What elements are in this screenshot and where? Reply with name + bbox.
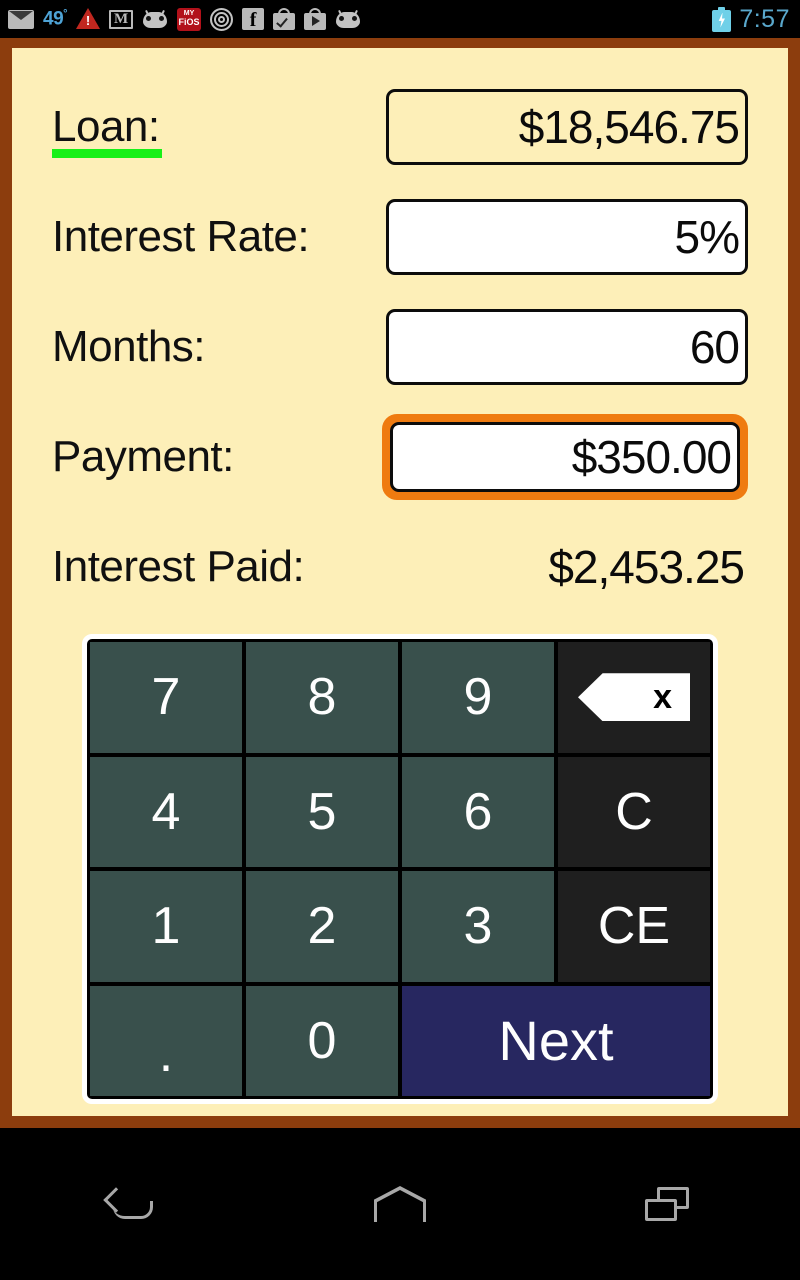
gmail-icon: M <box>109 9 134 29</box>
battery-charging-icon <box>712 6 732 32</box>
key-1[interactable]: 1 <box>90 871 242 982</box>
key-9[interactable]: 9 <box>402 642 554 753</box>
key-6[interactable]: 6 <box>402 756 554 867</box>
nav-home-button[interactable] <box>267 1128 534 1280</box>
myfios-icon: MY FiOS <box>177 7 202 31</box>
temperature-indicator: 49° <box>43 7 68 30</box>
status-bar: 49° ! M MY FiOS f 7:57 <box>0 0 800 38</box>
form-row-interest-rate: Interest Rate: 5% <box>52 182 748 292</box>
nav-back-button[interactable] <box>0 1128 267 1280</box>
next-button[interactable]: Next <box>402 985 710 1096</box>
myfios-icon-line2: FiOS <box>178 17 200 28</box>
form-row-loan: Loan: $18,546.75 <box>52 72 748 182</box>
loan-label: Loan: <box>52 102 160 151</box>
numeric-keypad: 7 8 9 x 4 5 6 C 1 2 3 CE . 0 Next <box>82 634 718 1104</box>
temperature-value: 49 <box>43 8 64 30</box>
status-bar-system-icons: 7:57 <box>712 5 790 34</box>
payment-label: Payment: <box>52 432 234 481</box>
temperature-unit: ° <box>63 7 68 20</box>
backspace-x-label: x <box>653 678 672 717</box>
key-8[interactable]: 8 <box>246 642 398 753</box>
interest-rate-input[interactable]: 5% <box>386 199 748 275</box>
rings-icon <box>210 7 234 31</box>
form-row-payment: Payment: $350.00 <box>52 402 748 512</box>
key-2[interactable]: 2 <box>246 871 398 982</box>
form-row-interest-paid: Interest Paid: $2,453.25 <box>52 512 748 622</box>
loan-calculator-form: Loan: $18,546.75 Interest Rate: 5% Month… <box>12 48 788 1116</box>
key-0[interactable]: 0 <box>246 985 398 1096</box>
payment-input[interactable]: $350.00 <box>390 422 740 492</box>
key-clear-entry[interactable]: CE <box>558 871 710 982</box>
key-4[interactable]: 4 <box>90 756 242 867</box>
keypad-container: 7 8 9 x 4 5 6 C 1 2 3 CE . 0 Next <box>52 622 748 1106</box>
key-7[interactable]: 7 <box>90 642 242 753</box>
android-navigation-bar <box>0 1128 800 1280</box>
email-icon <box>8 9 34 29</box>
back-icon <box>103 1187 159 1221</box>
months-label: Months: <box>52 322 206 371</box>
form-row-months: Months: 60 <box>52 292 748 402</box>
backspace-icon: x <box>578 673 690 722</box>
device-screen: 49° ! M MY FiOS f 7:57 Loan: $18,546.75 … <box>0 0 800 1280</box>
payment-focus-ring: $350.00 <box>382 414 748 500</box>
loan-label-wrap: Loan: <box>52 102 162 158</box>
key-clear[interactable]: C <box>558 756 710 867</box>
loan-active-underline <box>52 149 162 158</box>
app-frame: Loan: $18,546.75 Interest Rate: 5% Month… <box>0 38 800 1128</box>
interest-paid-value: $2,453.25 <box>548 541 745 593</box>
facebook-icon: f <box>242 8 265 30</box>
cyanogenmod-icon <box>142 9 168 28</box>
status-bar-notification-icons: 49° ! M MY FiOS f <box>8 7 712 31</box>
warning-icon: ! <box>76 8 101 30</box>
play-store-icon <box>304 8 327 30</box>
nav-recents-button[interactable] <box>533 1128 800 1280</box>
play-store-installed-icon <box>273 8 296 30</box>
key-3[interactable]: 3 <box>402 871 554 982</box>
cyanogenmod-icon-2 <box>335 9 361 28</box>
key-5[interactable]: 5 <box>246 756 398 867</box>
loan-input[interactable]: $18,546.75 <box>386 89 748 165</box>
interest-rate-label: Interest Rate: <box>52 212 310 261</box>
recents-icon <box>644 1187 689 1221</box>
interest-paid-label: Interest Paid: <box>52 542 305 591</box>
months-input[interactable]: 60 <box>386 309 748 385</box>
key-backspace[interactable]: x <box>558 642 710 753</box>
home-icon <box>374 1186 426 1222</box>
key-decimal[interactable]: . <box>90 985 242 1096</box>
status-bar-clock: 7:57 <box>739 4 790 33</box>
